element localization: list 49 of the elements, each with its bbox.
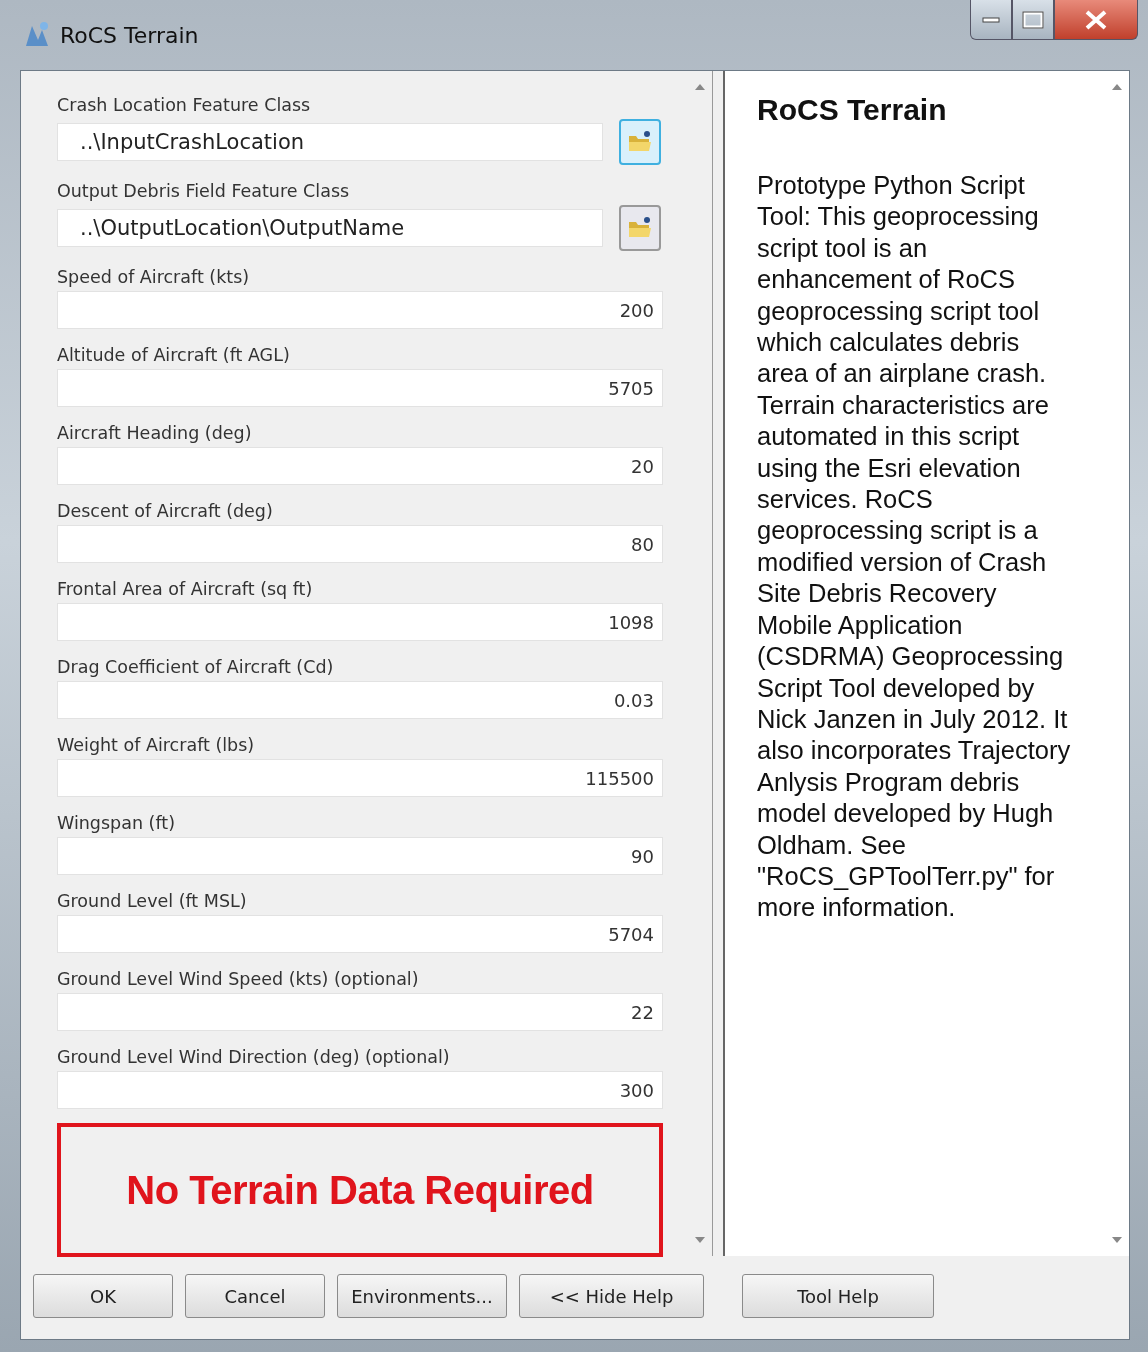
notice-banner: No Terrain Data Required bbox=[57, 1123, 663, 1257]
field-label: Wingspan (ft) bbox=[57, 812, 176, 835]
minimize-button[interactable] bbox=[970, 0, 1012, 40]
number-field[interactable]: 5705 bbox=[57, 369, 663, 407]
number-field[interactable]: 200 bbox=[57, 291, 663, 329]
dialog-button[interactable]: OK bbox=[33, 1274, 173, 1318]
tool-help-button[interactable]: Tool Help bbox=[742, 1274, 934, 1318]
field-label: Drag Coefficient of Aircraft (Cd) bbox=[57, 656, 335, 679]
field-label: Ground Level (ft MSL) bbox=[57, 890, 248, 913]
field-label: Crash Location Feature Class bbox=[57, 94, 312, 117]
dialog-button[interactable]: Environments... bbox=[337, 1274, 507, 1318]
maximize-button[interactable] bbox=[1012, 0, 1054, 40]
number-field[interactable]: 20 bbox=[57, 447, 663, 485]
folder-icon bbox=[627, 216, 653, 240]
number-field[interactable]: 1098 bbox=[57, 603, 663, 641]
number-field[interactable]: 22 bbox=[57, 993, 663, 1031]
field-label: Ground Level Wind Direction (deg) (optional) bbox=[57, 1046, 451, 1069]
number-field[interactable]: 5704 bbox=[57, 915, 663, 953]
path-field[interactable]: ..\OutputLocation\OutputName bbox=[57, 209, 603, 247]
close-button[interactable] bbox=[1054, 0, 1138, 40]
browse-button[interactable] bbox=[619, 205, 661, 251]
close-icon bbox=[1084, 9, 1108, 30]
number-field[interactable]: 300 bbox=[57, 1071, 663, 1109]
scroll-down-icon[interactable] bbox=[694, 1236, 706, 1244]
browse-button[interactable] bbox=[619, 119, 661, 165]
field-label: Frontal Area of Aircraft (sq ft) bbox=[57, 578, 314, 601]
help-title: RoCS Terrain bbox=[757, 92, 948, 128]
minimize-icon bbox=[982, 15, 1000, 24]
scroll-down-icon[interactable] bbox=[1111, 1236, 1123, 1244]
dialog-button[interactable]: << Hide Help bbox=[519, 1274, 704, 1318]
scroll-up-icon[interactable] bbox=[1111, 83, 1123, 91]
folder-icon bbox=[627, 130, 653, 154]
field-label: Weight of Aircraft (lbs) bbox=[57, 734, 256, 757]
dialog-button[interactable]: Cancel bbox=[185, 1274, 325, 1318]
field-label: Ground Level Wind Speed (kts) (optional) bbox=[57, 968, 420, 991]
help-text: Prototype Python Script Tool: This geoprocessing script tool is an enhancement of RoCS geoprocessing script tool which calculates debris area of an airplane crash. Terrain characteristics are automated in this script using the Esri elevation services. RoCS geoprocessing script is a modified version of Crash Site Debris Recovery Mobile Application (CSDRMA) Geoprocessing Script Tool developed by Nick Janzen in July 2012. It also incorporates Trajectory Anlysis Program debris model developed by Hugh Oldham. See "RoCS_GPToolTerr.py" for more information. bbox=[757, 170, 1072, 924]
field-label: Altitude of Aircraft (ft AGL) bbox=[57, 344, 291, 367]
field-label: Speed of Aircraft (kts) bbox=[57, 266, 251, 289]
field-label: Descent of Aircraft (deg) bbox=[57, 500, 274, 523]
scroll-up-icon[interactable] bbox=[694, 83, 706, 91]
number-field[interactable]: 90 bbox=[57, 837, 663, 875]
path-field[interactable]: ..\InputCrashLocation bbox=[57, 123, 603, 161]
window-title: RoCS Terrain bbox=[60, 21, 199, 50]
number-field[interactable]: 80 bbox=[57, 525, 663, 563]
maximize-icon bbox=[1022, 10, 1044, 29]
number-field[interactable]: 0.03 bbox=[57, 681, 663, 719]
field-label: Output Debris Field Feature Class bbox=[57, 180, 351, 203]
field-label: Aircraft Heading (deg) bbox=[57, 422, 253, 445]
number-field[interactable]: 115500 bbox=[57, 759, 663, 797]
